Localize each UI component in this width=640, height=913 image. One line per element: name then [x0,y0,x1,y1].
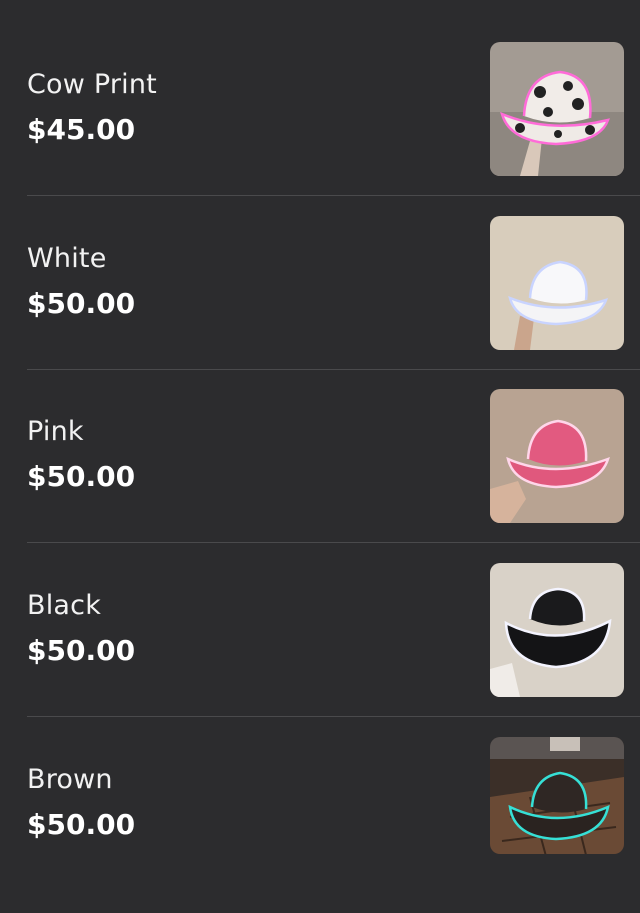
product-name: White [27,243,107,274]
row-divider [27,369,640,370]
product-row-pink[interactable]: Pink $50.00 [0,389,640,565]
product-price: $50.00 [27,460,136,493]
cow-print-hat-image [490,42,624,176]
product-thumbnail-brown[interactable] [490,737,624,854]
row-divider [27,542,640,543]
product-thumbnail-black[interactable] [490,563,624,697]
product-list: Cow Print $45.00 White $50.00 Pink $50.0… [0,0,640,854]
pink-hat-image [490,389,624,523]
product-name: Pink [27,416,84,447]
row-divider [27,716,640,717]
product-thumbnail-white[interactable] [490,216,624,350]
product-price: $50.00 [27,808,136,841]
product-thumbnail-cow-print[interactable] [490,42,624,176]
product-name: Black [27,590,102,621]
product-price: $45.00 [27,113,136,146]
row-divider [27,195,640,196]
product-price: $50.00 [27,634,136,667]
white-hat-image [490,216,624,350]
product-row-cow-print[interactable]: Cow Print $45.00 [0,42,640,218]
product-row-brown[interactable]: Brown $50.00 [0,737,640,913]
brown-hat-image [490,737,624,854]
product-price: $50.00 [27,287,136,320]
product-row-black[interactable]: Black $50.00 [0,563,640,739]
black-hat-image [490,563,624,697]
product-name: Brown [27,764,113,795]
product-name: Cow Print [27,69,157,100]
product-thumbnail-pink[interactable] [490,389,624,523]
product-row-white[interactable]: White $50.00 [0,216,640,392]
